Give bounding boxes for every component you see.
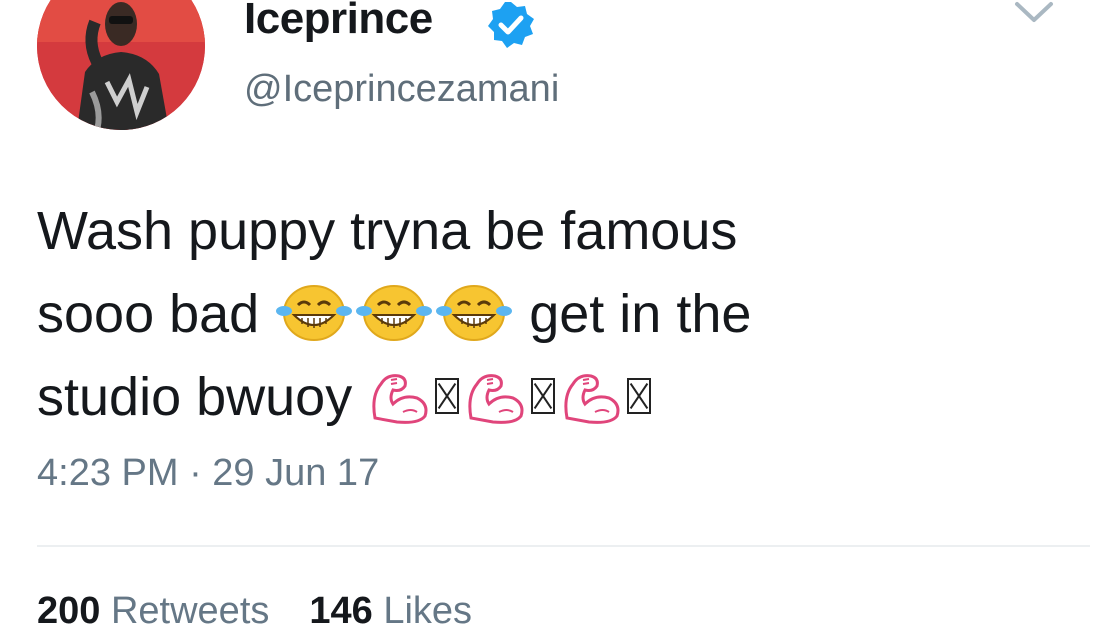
retweets-label: Retweets — [110, 590, 270, 632]
divider — [37, 545, 1090, 547]
laughing-tears-emoji-icon — [274, 283, 354, 343]
flexed-biceps-emoji-icon — [559, 366, 627, 426]
likes-label: Likes — [383, 590, 473, 632]
missing-glyph-icon — [627, 377, 652, 414]
tweet-text-fragment: studio bwuoy — [37, 367, 353, 427]
retweets-count: 200 — [37, 590, 101, 632]
tweet-timestamp[interactable]: 4:23 PM · 29 Jun 17 — [37, 452, 379, 495]
tweet-text-line-3: studio bwuoy — [37, 356, 1077, 439]
flexed-biceps-emoji-icon — [463, 366, 531, 426]
tweet-text-line-1: Wash puppy tryna be famous — [37, 201, 738, 261]
tweet-text-fragment: sooo bad — [37, 284, 260, 344]
avatar[interactable] — [37, 0, 205, 130]
verified-badge-icon — [488, 2, 534, 48]
tweet-text-fragment: get in the — [529, 284, 752, 344]
tweet-text: Wash puppy tryna be famous sooo bad get … — [37, 190, 1077, 439]
laughing-tears-emoji-icon — [354, 283, 434, 343]
author-handle[interactable]: @Iceprincezamani — [244, 68, 559, 111]
tweet-text-line-2: sooo bad get in the — [37, 273, 1077, 356]
missing-glyph-icon — [531, 377, 556, 414]
chevron-down-icon[interactable] — [1013, 0, 1055, 26]
missing-glyph-icon — [435, 377, 460, 414]
tweet-stats: 200 Retweets 146 Likes — [37, 590, 472, 633]
flexed-biceps-emoji-icon — [367, 366, 435, 426]
avatar-image — [37, 0, 205, 130]
display-name[interactable]: Iceprince — [244, 0, 433, 44]
retweets-stat[interactable]: 200 Retweets — [37, 590, 269, 632]
likes-stat[interactable]: 146 Likes — [309, 590, 472, 632]
likes-count: 146 — [309, 590, 373, 632]
laughing-tears-emoji-icon — [434, 283, 514, 343]
